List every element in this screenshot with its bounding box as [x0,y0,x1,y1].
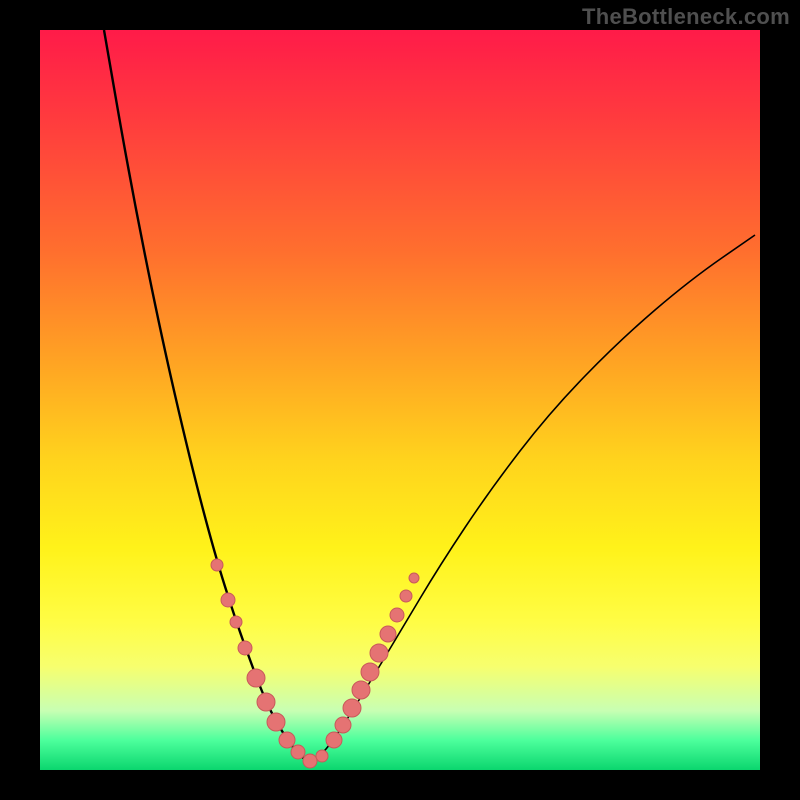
data-marker [326,732,342,748]
data-marker [316,750,328,762]
data-marker [247,669,265,687]
data-marker [303,754,317,768]
data-marker [409,573,419,583]
watermark-text: TheBottleneck.com [582,4,790,30]
data-marker [211,559,223,571]
data-marker [279,732,295,748]
data-marker [230,616,242,628]
chart-frame: TheBottleneck.com [0,0,800,800]
data-marker [267,713,285,731]
left-curve [104,30,310,762]
right-curve [310,235,755,762]
data-marker [335,717,351,733]
data-marker [390,608,404,622]
data-marker [361,663,379,681]
data-marker [257,693,275,711]
data-marker [343,699,361,717]
data-marker [352,681,370,699]
data-marker [370,644,388,662]
data-marker [400,590,412,602]
data-marker [221,593,235,607]
data-marker [380,626,396,642]
data-markers [211,559,419,768]
chart-svg [40,30,760,770]
data-marker [291,745,305,759]
data-marker [238,641,252,655]
